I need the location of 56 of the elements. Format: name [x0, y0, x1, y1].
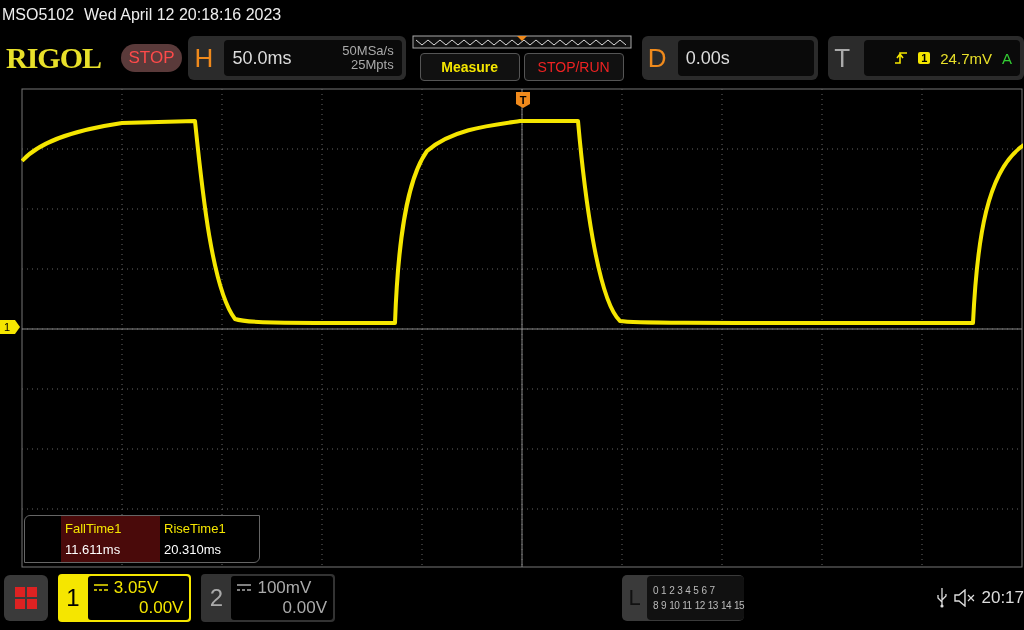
- digital-channel-number: 11: [682, 600, 692, 611]
- clock: 20:17: [981, 588, 1024, 608]
- trigger-source-badge: 1: [918, 52, 931, 64]
- digital-channel-number: 1: [661, 585, 667, 596]
- usb-icon: [935, 588, 948, 608]
- channel-offset: 0.00V: [139, 598, 184, 618]
- digital-channel-number: 7: [709, 585, 715, 596]
- digital-channel-number: 15: [734, 600, 745, 611]
- horizontal-label: H: [194, 42, 215, 74]
- channel-number: 1: [65, 584, 81, 612]
- horizontal-panel[interactable]: H 50.0ms 50MSa/s 25Mpts: [188, 36, 406, 80]
- soft-key-button[interactable]: Measure: [419, 53, 520, 81]
- trigger-label: T: [834, 42, 852, 74]
- dc-coupling-icon: [237, 584, 252, 592]
- measurement-value: 20.310ms: [164, 542, 223, 557]
- memory-depth: 25Mpts: [351, 58, 394, 72]
- digital-channel-number: 9: [661, 600, 667, 611]
- digital-channel-number: 6: [701, 585, 707, 596]
- sample-rate: 50MSa/s: [342, 44, 394, 58]
- dc-coupling-icon: [93, 584, 108, 592]
- digital-channel-number: 4: [685, 585, 691, 596]
- channel-number: 2: [208, 584, 225, 612]
- channel-panel[interactable]: 1 3.05V 0.00V: [57, 574, 192, 622]
- date-time: Wed April 12 20:18:16 2023: [84, 6, 282, 24]
- trigger-level: 24.7mV: [940, 49, 992, 67]
- channel-offset: 0.00V: [282, 598, 327, 618]
- menu-icon: [14, 587, 37, 609]
- model-name: MSO5102: [2, 6, 75, 24]
- speaker-muted-icon: [953, 589, 976, 607]
- channel-scale: 100mV: [257, 578, 312, 598]
- digital-channel-number: 5: [693, 585, 699, 596]
- digital-channel-number: 14: [720, 600, 731, 611]
- trigger-mode: A: [1002, 49, 1012, 67]
- measurement-name: RiseTime1: [164, 521, 227, 536]
- timebase-value: 50.0ms: [232, 47, 292, 69]
- measurement-value: 11.611ms: [65, 542, 122, 557]
- digital-channel-number: 13: [707, 600, 718, 611]
- delay-label: D: [647, 42, 668, 74]
- delay-panel[interactable]: D 0.00s: [641, 36, 819, 80]
- digital-channel-number: 10: [669, 600, 680, 611]
- digital-channel-number: 0: [653, 585, 659, 596]
- measurement-name: FallTime1: [65, 521, 123, 536]
- brand-logo: RIGOL: [6, 41, 103, 75]
- rising-edge-icon: [894, 51, 909, 65]
- channel-scale: 3.05V: [113, 578, 159, 598]
- channel-offset-marker[interactable]: 1: [0, 320, 20, 334]
- channel-panel[interactable]: 2 100mV 0.00V: [201, 574, 335, 622]
- digital-channel-number: 3: [677, 585, 683, 596]
- digital-channel-number: 2: [669, 585, 675, 596]
- menu-button[interactable]: [4, 575, 48, 621]
- trigger-position-marker[interactable]: T: [516, 92, 530, 108]
- digital-channel-number: 8: [653, 600, 659, 611]
- soft-key-button[interactable]: STOP/RUN: [523, 53, 624, 81]
- trigger-panel[interactable]: T 1 24.7mV A: [828, 36, 1024, 80]
- digital-channel-number: 12: [694, 600, 705, 611]
- delay-value: 0.00s: [685, 47, 730, 69]
